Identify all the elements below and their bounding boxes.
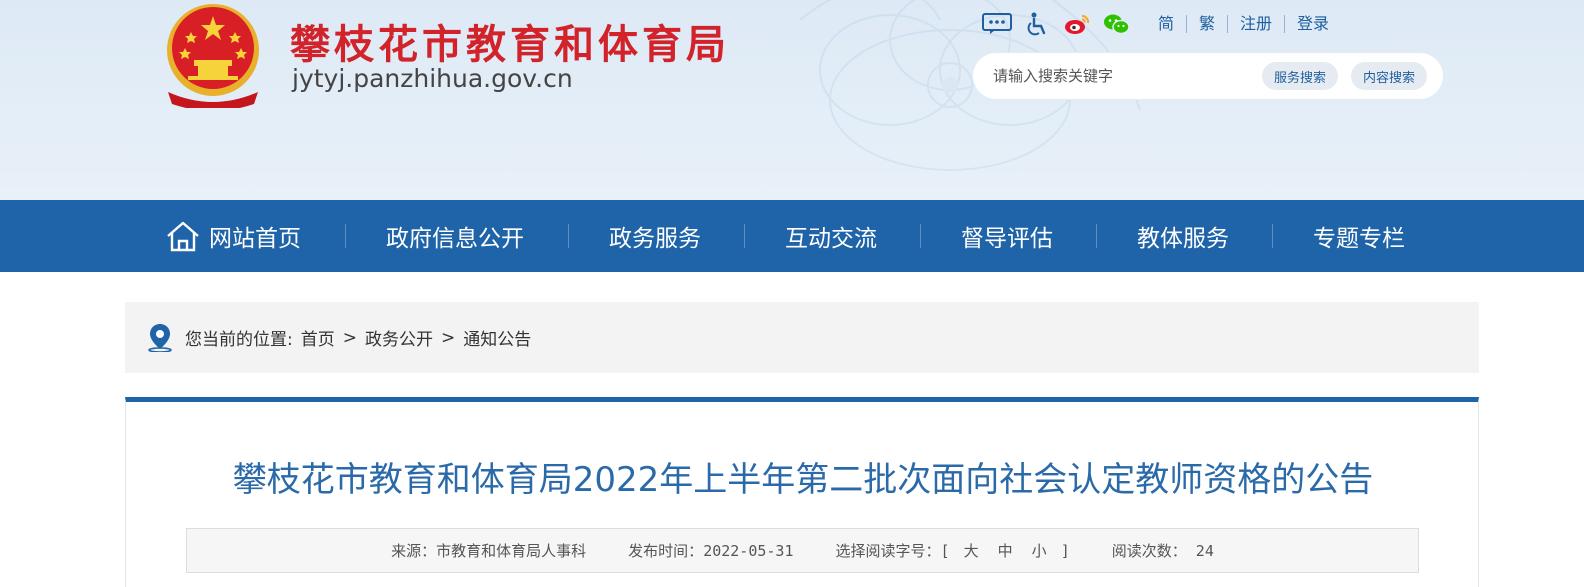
- views-count: 24: [1195, 542, 1214, 560]
- article-views: 阅读次数： 24: [1112, 540, 1214, 561]
- breadcrumb-gov-affairs[interactable]: 政务公开: [365, 325, 433, 350]
- date-label: 发布时间：: [628, 542, 704, 560]
- breadcrumb-label: 您当前的位置:: [185, 330, 293, 350]
- breadcrumb: 您当前的位置: 首页 > 政务公开 > 通知公告: [185, 302, 531, 373]
- source-value: 市教育和体育局人事科: [436, 542, 587, 560]
- font-size-selector: 选择阅读字号：[ 大 中 小 ]: [836, 540, 1070, 561]
- breadcrumb-separator: >: [440, 327, 456, 348]
- font-size-close-bracket: ]: [1060, 542, 1070, 560]
- nav-gov-info[interactable]: 政府信息公开: [386, 200, 524, 272]
- site-domain: jytyj.panzhihua.gov.cn: [292, 64, 573, 93]
- article-source: 来源：市教育和体育局人事科: [391, 540, 586, 561]
- nav-edu-sports-services[interactable]: 教体服务: [1137, 200, 1229, 272]
- font-size-medium[interactable]: 中: [998, 542, 1013, 560]
- nav-divider: [1096, 224, 1097, 248]
- service-search-button[interactable]: 服务搜索: [1262, 62, 1339, 90]
- font-size-small[interactable]: 小: [1032, 542, 1047, 560]
- search-input[interactable]: [993, 61, 1253, 91]
- location-pin-icon: [147, 322, 173, 356]
- weibo-icon[interactable]: [1058, 10, 1096, 38]
- source-label: 来源：: [391, 542, 437, 560]
- font-size-label: 选择阅读字号：: [835, 542, 941, 560]
- national-emblem-logo: [167, 4, 259, 108]
- date-value: 2022-05-31: [703, 542, 794, 560]
- article-panel: 攀枝花市教育和体育局2022年上半年第二批次面向社会认定教师资格的公告 来源：市…: [125, 397, 1479, 587]
- font-size-open-bracket: [: [940, 542, 950, 560]
- breadcrumb-home[interactable]: 首页: [301, 325, 335, 350]
- nav-interaction[interactable]: 互动交流: [785, 200, 877, 272]
- breadcrumb-notices[interactable]: 通知公告: [463, 325, 531, 350]
- article-date: 发布时间：2022-05-31: [628, 540, 793, 561]
- register-link[interactable]: 注册: [1227, 15, 1284, 33]
- breadcrumb-bar: 您当前的位置: 首页 > 政务公开 > 通知公告: [125, 302, 1479, 373]
- nav-divider: [1272, 224, 1273, 248]
- site-header: 攀枝花市教育和体育局 jytyj.panzhihua.gov.cn 简 繁 注册…: [0, 0, 1584, 200]
- top-toolbar: 简 繁 注册 登录: [978, 10, 1341, 38]
- nav-gov-services[interactable]: 政务服务: [609, 200, 701, 272]
- wechat-icon[interactable]: [1098, 10, 1136, 38]
- main-nav: 网站首页 政府信息公开 政务服务 互动交流 督导评估 教体服务 专题专栏: [0, 200, 1584, 272]
- home-icon: [165, 219, 201, 253]
- article-title: 攀枝花市教育和体育局2022年上半年第二批次面向社会认定教师资格的公告: [232, 460, 1374, 500]
- nav-divider: [568, 224, 569, 248]
- font-size-large[interactable]: 大: [964, 542, 979, 560]
- message-icon[interactable]: [978, 10, 1016, 38]
- nav-home-label: 网站首页: [209, 226, 301, 252]
- breadcrumb-separator: >: [342, 327, 357, 348]
- views-label: 阅读次数：: [1111, 542, 1187, 560]
- simplified-chinese-link[interactable]: 简: [1146, 15, 1186, 33]
- accessibility-icon[interactable]: [1018, 10, 1056, 38]
- nav-divider: [345, 224, 346, 248]
- site-title: 攀枝花市教育和体育局: [290, 22, 730, 68]
- nav-special-topics[interactable]: 专题专栏: [1313, 200, 1405, 272]
- content-search-button[interactable]: 内容搜索: [1351, 62, 1428, 90]
- search-box: 服务搜索 内容搜索: [973, 53, 1443, 99]
- article-meta-bar: 来源：市教育和体育局人事科 发布时间：2022-05-31 选择阅读字号：[ 大…: [186, 528, 1419, 573]
- nav-supervision[interactable]: 督导评估: [961, 200, 1053, 272]
- nav-home[interactable]: 网站首页: [165, 200, 301, 272]
- nav-divider: [744, 224, 745, 248]
- login-link[interactable]: 登录: [1284, 15, 1341, 33]
- traditional-chinese-link[interactable]: 繁: [1186, 15, 1227, 33]
- nav-divider: [920, 224, 921, 248]
